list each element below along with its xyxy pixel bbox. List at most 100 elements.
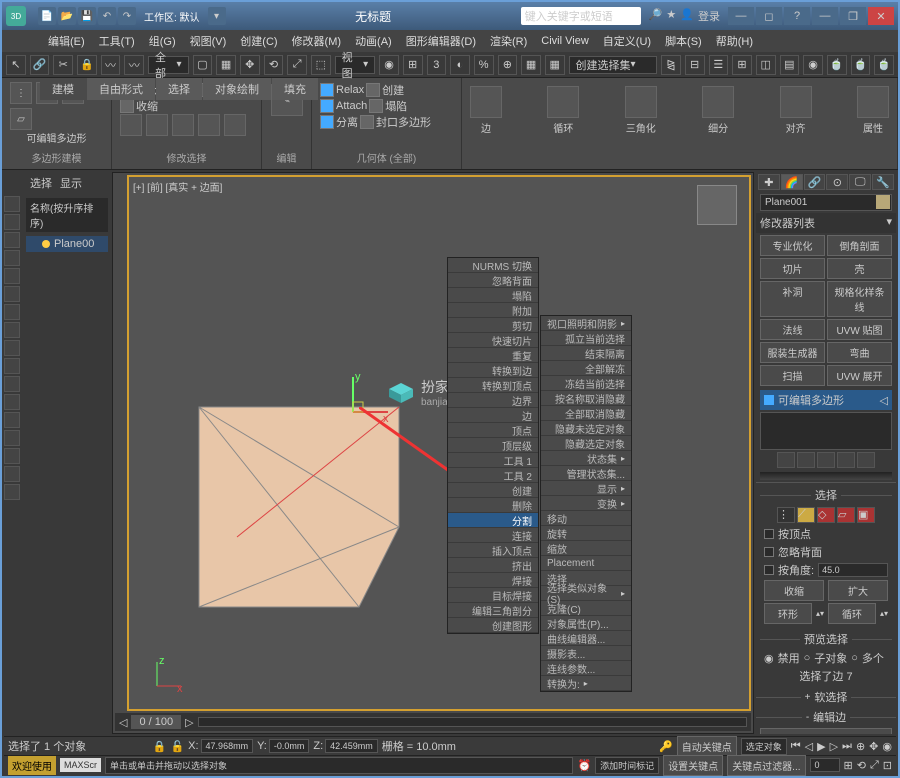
context-menu-item[interactable]: 边 <box>448 408 538 423</box>
context-menu-item[interactable]: 工具 1 <box>448 453 538 468</box>
context-menu-item[interactable]: 分割 <box>448 513 538 528</box>
ribbon-big-icon[interactable] <box>702 86 734 118</box>
move-icon[interactable]: ✥ <box>240 55 260 75</box>
lb-icon[interactable] <box>4 466 20 482</box>
restore-button[interactable]: ❐ <box>840 7 866 25</box>
lb-icon[interactable] <box>4 448 20 464</box>
sel-icon[interactable] <box>146 114 168 136</box>
ring-button[interactable]: 环形 <box>764 603 812 624</box>
display-tab-icon[interactable]: 🖵 <box>849 174 871 190</box>
gizmo-axes[interactable]: yx <box>333 372 393 435</box>
so-edge-icon[interactable]: ⟋ <box>797 507 815 523</box>
context-menu-item[interactable]: 旋转 <box>541 526 631 541</box>
setkey-button[interactable]: 设置关键点 <box>663 755 723 776</box>
tool-icon[interactable]: ↖ <box>6 55 26 75</box>
rollout-selection[interactable]: 选择 <box>760 485 892 505</box>
timetag-field[interactable]: 添加时间标记 <box>595 757 659 774</box>
menu-item[interactable]: 修改器(M) <box>286 31 348 51</box>
ribbon-big-icon[interactable] <box>470 86 502 118</box>
lb-icon[interactable] <box>4 358 20 374</box>
context-menu-item[interactable]: 转换为:▸ <box>541 676 631 691</box>
mirror-icon[interactable]: ⧎ <box>661 55 681 75</box>
snap-icon[interactable]: ⊕ <box>498 55 518 75</box>
lock-icon[interactable]: 🔒 <box>153 740 167 753</box>
rollout-editedge[interactable]: - 编辑边 <box>756 707 896 727</box>
lb-icon[interactable] <box>4 430 20 446</box>
tool-icon[interactable]: ⊞ <box>403 55 423 75</box>
modifier-stack[interactable] <box>760 412 892 450</box>
y-coord[interactable]: -0.0mm <box>269 739 310 753</box>
menu-item[interactable]: 帮助(H) <box>710 31 759 51</box>
tab-select[interactable]: 选择 <box>30 175 52 191</box>
menu-item[interactable]: Civil View <box>535 33 594 49</box>
tool-icon[interactable]: ▦ <box>545 55 565 75</box>
render-icon[interactable]: 🍵 <box>851 55 871 75</box>
context-menu-item[interactable]: 转换到边 <box>448 363 538 378</box>
viewport[interactable]: [+] [前] [真实 + 边面] yx zx 扮家家室内设计banjiajia… <box>127 175 751 711</box>
nav-icon[interactable]: ⊡ <box>883 759 892 772</box>
object-color-swatch[interactable] <box>876 195 890 209</box>
context-menu-item[interactable]: 摄影表... <box>541 646 631 661</box>
lb-icon[interactable] <box>4 484 20 500</box>
tool-icon[interactable]: ◉ <box>379 55 399 75</box>
context-menu-item[interactable]: 转换到顶点 <box>448 378 538 393</box>
maxscript-label[interactable]: MAXScr <box>60 758 101 772</box>
align-icon[interactable]: ⊟ <box>685 55 705 75</box>
create-icon[interactable] <box>366 83 380 97</box>
material-icon[interactable]: ◉ <box>803 55 823 75</box>
nav-icon[interactable]: ⤢ <box>870 759 879 772</box>
cap-icon[interactable] <box>360 115 374 129</box>
user-icon[interactable]: 👤 <box>680 8 694 24</box>
context-menu-item[interactable]: 重复 <box>448 348 538 363</box>
context-menu-item[interactable]: 插入顶点 <box>448 543 538 558</box>
time-slider[interactable]: ◁0 / 100▷ <box>115 713 751 731</box>
viewport-label[interactable]: [+] [前] [真实 + 边面] <box>133 179 222 194</box>
context-menu-item[interactable]: 孤立当前选择 <box>541 331 631 346</box>
ribbon-tab[interactable]: 对象绘制 <box>203 78 271 100</box>
sel-icon[interactable] <box>120 114 142 136</box>
tool-icon[interactable]: ⬚ <box>311 55 331 75</box>
tool-icon[interactable]: 🔒 <box>77 55 97 75</box>
close-button[interactable]: ✕ <box>868 7 894 25</box>
modifier-preset-button[interactable]: 壳 <box>827 258 892 279</box>
modifier-preset-button[interactable]: 专业优化 <box>760 235 825 256</box>
relax-icon[interactable] <box>320 83 334 97</box>
rollout-softsel[interactable]: + 软选择 <box>756 687 896 707</box>
modifier-preset-button[interactable]: 弯曲 <box>827 342 892 363</box>
so-element-icon[interactable]: ▣ <box>857 507 875 523</box>
collapse-icon[interactable] <box>369 99 383 113</box>
ribbon-tab[interactable]: 建模 <box>40 78 86 100</box>
menu-item[interactable]: 工具(T) <box>93 31 141 51</box>
lb-icon[interactable] <box>4 412 20 428</box>
keymode-select[interactable]: 选定对象 <box>741 738 787 755</box>
so-vertex-icon[interactable]: ⋮ <box>777 507 795 523</box>
ribbon-big-icon[interactable] <box>625 86 657 118</box>
search-input[interactable]: 键入关键字或短语 <box>521 7 641 25</box>
redo-icon[interactable]: ↷ <box>118 7 136 25</box>
modifier-preset-button[interactable]: 服装生成器 <box>760 342 825 363</box>
stack-icon[interactable] <box>797 452 815 468</box>
context-menu-item[interactable]: 视口照明和阴影▸ <box>541 316 631 331</box>
byvertex-check[interactable] <box>764 529 774 539</box>
tool-icon[interactable]: ⊞ <box>732 55 752 75</box>
play-icon[interactable]: ▶ <box>817 740 825 753</box>
context-menu-item[interactable]: 全部解冻 <box>541 361 631 376</box>
modifier-preset-button[interactable]: 扫描 <box>760 365 825 386</box>
render-icon[interactable]: 🍵 <box>827 55 847 75</box>
lb-icon[interactable] <box>4 196 20 212</box>
play-icon[interactable]: ◁ <box>805 740 813 753</box>
lb-icon[interactable] <box>4 286 20 302</box>
object-name-field[interactable]: Plane001 <box>760 194 892 211</box>
context-menu-item[interactable]: 缩放 <box>541 541 631 556</box>
login-link[interactable]: 登录 <box>698 8 720 24</box>
ribbon-big-icon[interactable] <box>780 86 812 118</box>
so-border-icon[interactable]: ◇ <box>817 507 835 523</box>
detach-icon[interactable] <box>320 115 334 129</box>
snap-icon[interactable]: 3 <box>427 55 447 75</box>
ribbon-tab[interactable]: 填充 <box>272 78 318 100</box>
viewcube[interactable] <box>697 185 737 225</box>
attach-icon[interactable] <box>320 99 334 113</box>
tool-icon[interactable]: ▤ <box>780 55 800 75</box>
lb-icon[interactable] <box>4 394 20 410</box>
scale-icon[interactable]: ⤢ <box>287 55 307 75</box>
